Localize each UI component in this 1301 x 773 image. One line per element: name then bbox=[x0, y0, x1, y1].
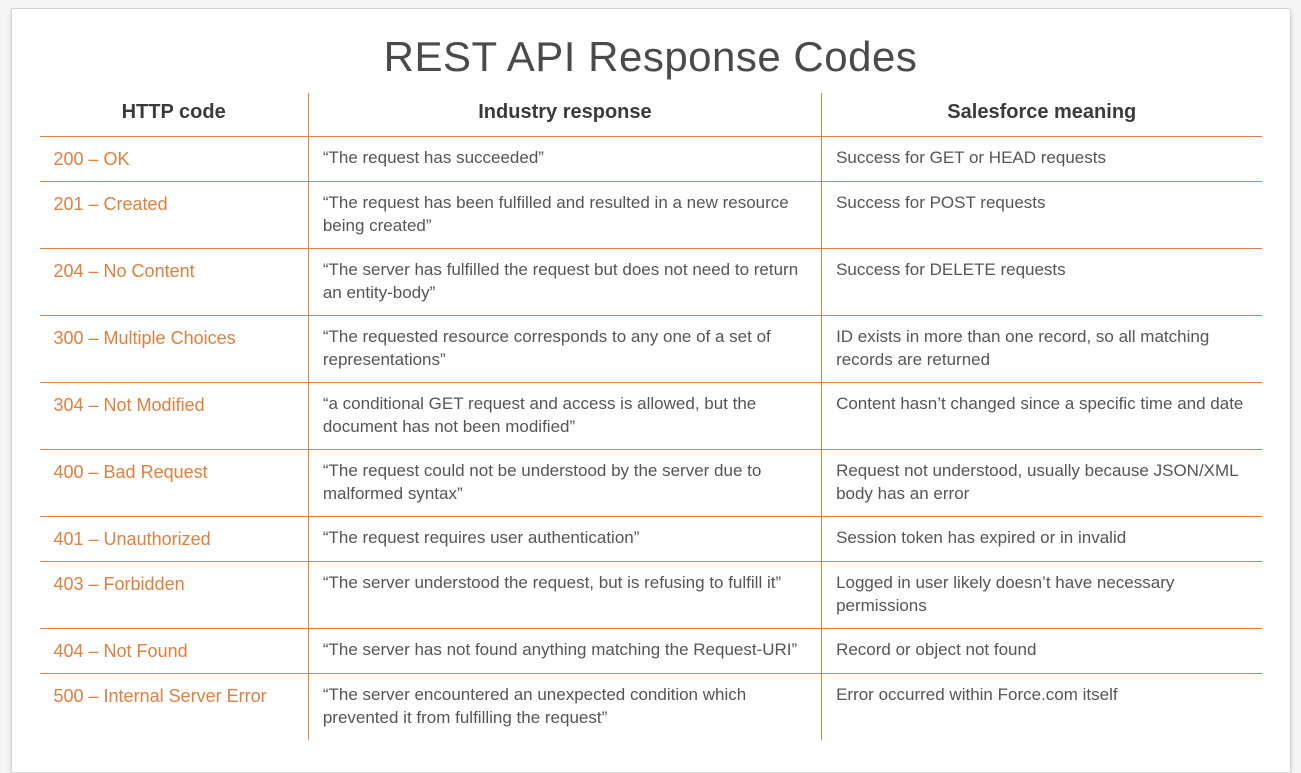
http-code: 304 – Not Modified bbox=[40, 382, 309, 449]
industry-response: “The server understood the request, but … bbox=[308, 561, 821, 628]
col-header-code: HTTP code bbox=[40, 93, 309, 137]
industry-response: “The request has succeeded” bbox=[308, 137, 821, 182]
response-codes-table: HTTP code Industry response Salesforce m… bbox=[40, 93, 1262, 740]
http-code: 201 – Created bbox=[40, 182, 309, 249]
col-header-salesforce: Salesforce meaning bbox=[822, 93, 1262, 137]
http-code: 204 – No Content bbox=[40, 249, 309, 316]
table-header-row: HTTP code Industry response Salesforce m… bbox=[40, 93, 1262, 137]
industry-response: “The request has been fulfilled and resu… bbox=[308, 182, 821, 249]
http-code: 401 – Unauthorized bbox=[40, 516, 309, 561]
http-code: 500 – Internal Server Error bbox=[40, 674, 309, 740]
table-row: 500 – Internal Server Error “The server … bbox=[40, 674, 1262, 740]
salesforce-meaning: Request not understood, usually because … bbox=[822, 449, 1262, 516]
salesforce-meaning: Success for DELETE requests bbox=[822, 249, 1262, 316]
table-row: 201 – Created “The request has been fulf… bbox=[40, 182, 1262, 249]
industry-response: “The requested resource corresponds to a… bbox=[308, 316, 821, 383]
page-title: REST API Response Codes bbox=[40, 33, 1262, 81]
salesforce-meaning: Success for GET or HEAD requests bbox=[822, 137, 1262, 182]
http-code: 300 – Multiple Choices bbox=[40, 316, 309, 383]
salesforce-meaning: Session token has expired or in invalid bbox=[822, 516, 1262, 561]
industry-response: “The server has fulfilled the request bu… bbox=[308, 249, 821, 316]
http-code: 400 – Bad Request bbox=[40, 449, 309, 516]
table-row: 300 – Multiple Choices “The requested re… bbox=[40, 316, 1262, 383]
salesforce-meaning: Record or object not found bbox=[822, 628, 1262, 673]
slide-card: REST API Response Codes HTTP code Indust… bbox=[11, 8, 1291, 773]
table-row: 304 – Not Modified “a conditional GET re… bbox=[40, 382, 1262, 449]
industry-response: “a conditional GET request and access is… bbox=[308, 382, 821, 449]
http-code: 403 – Forbidden bbox=[40, 561, 309, 628]
table-row: 401 – Unauthorized “The request requires… bbox=[40, 516, 1262, 561]
industry-response: “The server has not found anything match… bbox=[308, 628, 821, 673]
industry-response: “The server encountered an unexpected co… bbox=[308, 674, 821, 740]
salesforce-meaning: Error occurred within Force.com itself bbox=[822, 674, 1262, 740]
table-row: 200 – OK “The request has succeeded” Suc… bbox=[40, 137, 1262, 182]
http-code: 404 – Not Found bbox=[40, 628, 309, 673]
salesforce-meaning: Content hasn’t changed since a specific … bbox=[822, 382, 1262, 449]
industry-response: “The request requires user authenticatio… bbox=[308, 516, 821, 561]
table-row: 403 – Forbidden “The server understood t… bbox=[40, 561, 1262, 628]
salesforce-meaning: Logged in user likely doesn’t have neces… bbox=[822, 561, 1262, 628]
table-row: 400 – Bad Request “The request could not… bbox=[40, 449, 1262, 516]
table-row: 404 – Not Found “The server has not foun… bbox=[40, 628, 1262, 673]
salesforce-meaning: Success for POST requests bbox=[822, 182, 1262, 249]
col-header-industry: Industry response bbox=[308, 93, 821, 137]
industry-response: “The request could not be understood by … bbox=[308, 449, 821, 516]
salesforce-meaning: ID exists in more than one record, so al… bbox=[822, 316, 1262, 383]
table-row: 204 – No Content “The server has fulfill… bbox=[40, 249, 1262, 316]
http-code: 200 – OK bbox=[40, 137, 309, 182]
